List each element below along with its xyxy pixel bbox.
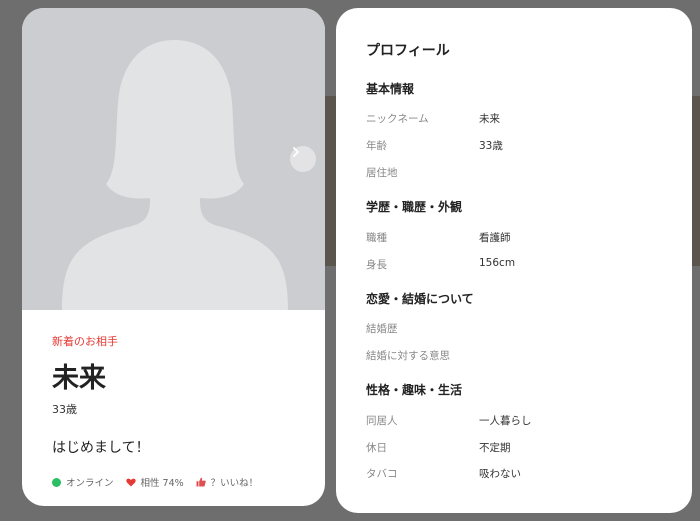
greeting-message: はじめまして！ (52, 440, 150, 456)
profile-photo (22, 8, 325, 310)
field-label-occupation: 職種 (366, 232, 387, 244)
likes-label: ？いいね！ (210, 478, 259, 489)
field-value-nickname: 未来 (479, 113, 500, 125)
field-value-holiday: 不定期 (479, 442, 511, 454)
field-label-age: 年齢 (366, 140, 387, 152)
heart-icon (125, 478, 136, 486)
compatibility-status: 相性 74% (125, 475, 184, 489)
field-value-height: 156cm (479, 257, 516, 269)
new-match-label: 新着のお相手 (52, 335, 118, 348)
field-label-housemate: 同居人 (366, 415, 398, 427)
field-label-smoking: タバコ (366, 468, 398, 480)
field-value-age: 33歳 (479, 140, 503, 152)
profile-photo-card[interactable]: 新着のお相手 未来 33歳 はじめまして！ オンライン 相性 74% ？いいね！ (22, 8, 325, 506)
field-value-occupation: 看護師 (479, 232, 511, 244)
online-status: オンライン (52, 475, 114, 489)
chevron-right-icon (293, 147, 299, 157)
user-name: 未来 (52, 363, 106, 394)
section-title-love-marriage: 恋愛・結婚について (366, 292, 474, 306)
field-label-marriage-history: 結婚歴 (366, 323, 398, 335)
profile-panel: プロフィール 基本情報 ニックネーム 未来 年齢 33歳 居住地 学歴・職歴・外… (336, 8, 692, 513)
field-label-nickname: ニックネーム (366, 113, 429, 125)
online-status-label: オンライン (66, 478, 114, 489)
field-value-housemate: 一人暮らし (479, 415, 532, 427)
field-value-smoking: 吸わない (479, 468, 521, 480)
likes-status: ？いいね！ (196, 475, 259, 489)
thumbs-up-icon (196, 477, 206, 487)
field-label-residence: 居住地 (366, 167, 398, 179)
profile-title: プロフィール (366, 43, 450, 59)
status-row: オンライン 相性 74% ？いいね！ (52, 475, 312, 489)
next-photo-button[interactable] (290, 146, 316, 172)
field-label-marriage-intention: 結婚に対する意思 (366, 350, 450, 362)
user-age: 33歳 (52, 403, 77, 416)
section-title-basic-info: 基本情報 (366, 82, 415, 96)
avatar-silhouette-icon (62, 40, 288, 310)
section-title-lifestyle: 性格・趣味・生活 (366, 383, 463, 397)
field-label-height: 身長 (366, 259, 387, 271)
field-label-holiday: 休日 (366, 442, 387, 454)
online-dot-icon (52, 477, 61, 487)
section-title-education-career: 学歴・職歴・外観 (366, 200, 463, 214)
card-body: 新着のお相手 未来 33歳 はじめまして！ オンライン 相性 74% ？いいね！ (52, 333, 312, 489)
compatibility-label: 相性 74% (140, 478, 184, 489)
